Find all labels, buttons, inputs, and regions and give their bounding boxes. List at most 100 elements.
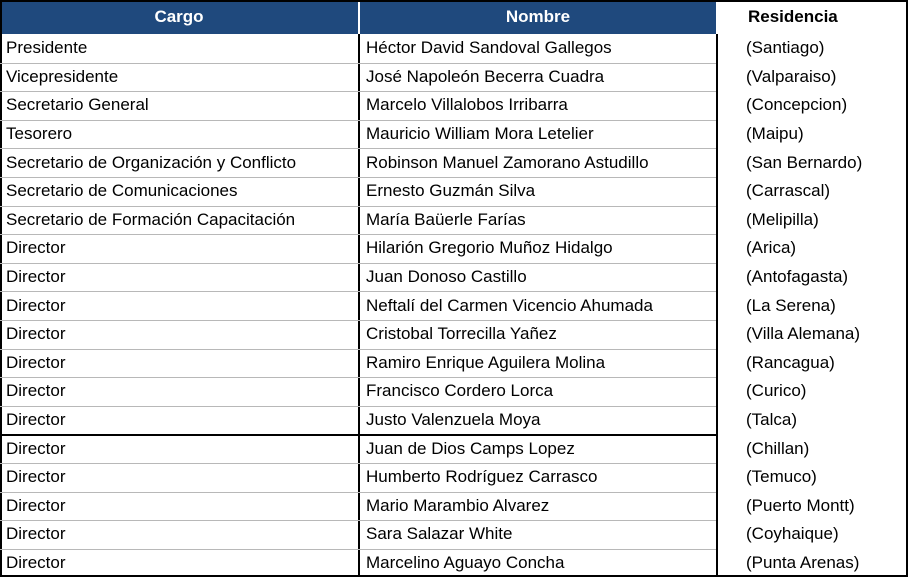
row-divider — [0, 434, 716, 437]
table-row: Vicepresidente José Napoleón Becerra Cuad… — [0, 63, 908, 92]
cell-residencia: (Curico) — [746, 381, 807, 401]
row-divider — [0, 291, 716, 293]
table-row: Director Humberto Rodríguez Carrasco (Temu… — [0, 463, 908, 492]
header-cargo: Cargo — [0, 0, 358, 34]
cell-cargo: Secretario General — [6, 95, 149, 115]
table-row: Director Justo Valenzuela Moya (Talca) — [0, 406, 908, 435]
row-divider — [0, 62, 716, 64]
directory-table: Cargo Nombre Residencia Presidente Héctor… — [0, 0, 908, 577]
cell-residencia: (Villa Alemana) — [746, 324, 861, 344]
table-row: Director Neftalí del Carmen Vicencio Ahum… — [0, 291, 908, 320]
table-row: Director Sara Salazar White (Coyhaique) — [0, 520, 908, 549]
column-divider — [358, 34, 360, 577]
cell-cargo: Director — [6, 267, 66, 287]
cell-cargo: Director — [6, 438, 66, 458]
cell-residencia: (La Serena) — [746, 295, 836, 315]
cell-cargo: Director — [6, 467, 66, 487]
cell-nombre: María Baüerle Farías — [366, 209, 526, 229]
row-divider — [0, 463, 716, 464]
cell-cargo: Tesorero — [6, 124, 73, 144]
cell-nombre: Justo Valenzuela Moya — [366, 410, 541, 430]
table-row: Tesorero Mauricio William Mora Letelier (M… — [0, 120, 908, 149]
cell-nombre: Juan de Dios Camps Lopez — [366, 438, 575, 458]
cell-cargo: Director — [6, 238, 66, 258]
row-divider — [0, 262, 716, 264]
table-row: Secretario de Formación Capacitación Marí… — [0, 206, 908, 235]
cell-residencia: (Puerto Montt) — [746, 495, 855, 515]
cell-cargo: Director — [6, 381, 66, 401]
cell-cargo: Director — [6, 324, 66, 344]
cell-nombre: Sara Salazar White — [366, 524, 513, 544]
row-divider — [0, 177, 716, 178]
cell-residencia: (San Bernardo) — [746, 152, 863, 172]
table-row: Director Mario Marambio Alvarez (Puerto Mo… — [0, 492, 908, 521]
cell-cargo: Secretario de Formación Capacitación — [6, 209, 296, 229]
cell-cargo: Director — [6, 524, 66, 544]
cell-residencia: (Talca) — [746, 410, 798, 430]
table-row: Director Francisco Cordero Lorca (Curico) — [0, 377, 908, 406]
cell-residencia: (Rancagua) — [746, 352, 835, 372]
table-row: Director Ramiro Enrique Aguilera Molina (R… — [0, 349, 908, 378]
row-divider — [0, 91, 716, 93]
row-divider — [0, 320, 716, 321]
cell-residencia: (Melipilla) — [746, 209, 819, 229]
row-divider — [0, 234, 716, 236]
row-divider — [0, 119, 716, 121]
header-residencia: Residencia — [718, 0, 906, 34]
cell-residencia: (Arica) — [746, 238, 797, 258]
row-divider — [0, 377, 716, 379]
table-row: Director Cristobal Torrecilla Yañez (Villa… — [0, 320, 908, 349]
cell-nombre: Héctor David Sandoval Gallegos — [366, 38, 612, 58]
cell-residencia: (Carrascal) — [746, 181, 831, 201]
cell-residencia: (Punta Arenas) — [746, 552, 860, 572]
cell-residencia: (Coyhaique) — [746, 524, 839, 544]
column-divider — [716, 34, 718, 577]
cell-cargo: Secretario de Comunicaciones — [6, 181, 238, 201]
cell-cargo: Director — [6, 495, 66, 515]
cell-cargo: Director — [6, 552, 66, 572]
row-divider — [0, 348, 716, 350]
cell-residencia: (Antofagasta) — [746, 267, 849, 287]
row-divider — [0, 148, 716, 150]
cell-nombre: Hilarión Gregorio Muñoz Hidalgo — [366, 238, 613, 258]
cell-cargo: Director — [6, 295, 66, 315]
row-divider — [0, 405, 716, 407]
row-divider — [0, 205, 716, 207]
cell-nombre: Humberto Rodríguez Carrasco — [366, 467, 598, 487]
cell-cargo: Secretario de Organización y Conflicto — [6, 152, 297, 172]
cell-nombre: Cristobal Torrecilla Yañez — [366, 324, 557, 344]
row-divider — [0, 520, 716, 522]
row-divider — [0, 491, 716, 493]
table-body: Presidente Héctor David Sandoval Gallegos… — [0, 34, 908, 577]
cell-nombre: Mario Marambio Alvarez — [366, 495, 550, 515]
table-row: Presidente Héctor David Sandoval Gallegos… — [0, 34, 908, 63]
table-row: Director Juan de Dios Camps Lopez (Chillan… — [0, 434, 908, 463]
cell-nombre: Marcelino Aguayo Concha — [366, 552, 565, 572]
cell-residencia: (Maipu) — [746, 124, 804, 144]
cell-residencia: (Concepcion) — [746, 95, 848, 115]
table-row: Director Juan Donoso Castillo (Antofagasta… — [0, 263, 908, 292]
cell-residencia: (Valparaiso) — [746, 66, 837, 86]
cell-residencia: (Temuco) — [746, 467, 817, 487]
cell-residencia: (Chillan) — [746, 438, 810, 458]
row-divider — [0, 548, 716, 550]
cell-cargo: Presidente — [6, 38, 88, 58]
cell-nombre: Ramiro Enrique Aguilera Molina — [366, 352, 606, 372]
cell-nombre: Neftalí del Carmen Vicencio Ahumada — [366, 295, 653, 315]
cell-nombre: Robinson Manuel Zamorano Astudillo — [366, 152, 649, 172]
header-nombre: Nombre — [360, 0, 716, 34]
cell-nombre: Marcelo Villalobos Irribarra — [366, 95, 568, 115]
cell-nombre: Juan Donoso Castillo — [366, 267, 527, 287]
cell-nombre: Mauricio William Mora Letelier — [366, 124, 594, 144]
cell-nombre: Ernesto Guzmán Silva — [366, 181, 536, 201]
table-row: Director Marcelino Aguayo Concha (Punta Ar… — [0, 549, 908, 577]
cell-cargo: Vicepresidente — [6, 66, 119, 86]
cell-residencia: (Santiago) — [746, 38, 825, 58]
cell-cargo: Director — [6, 410, 66, 430]
cell-nombre: Francisco Cordero Lorca — [366, 381, 554, 401]
cell-nombre: José Napoleón Becerra Cuadra — [366, 66, 605, 86]
cell-cargo: Director — [6, 352, 66, 372]
table-row: Director Hilarión Gregorio Muñoz Hidalgo (… — [0, 234, 908, 263]
table-row: Secretario General Marcelo Villalobos Irr… — [0, 91, 908, 120]
table-row: Secretario de Organización y Conflicto Ro… — [0, 148, 908, 177]
